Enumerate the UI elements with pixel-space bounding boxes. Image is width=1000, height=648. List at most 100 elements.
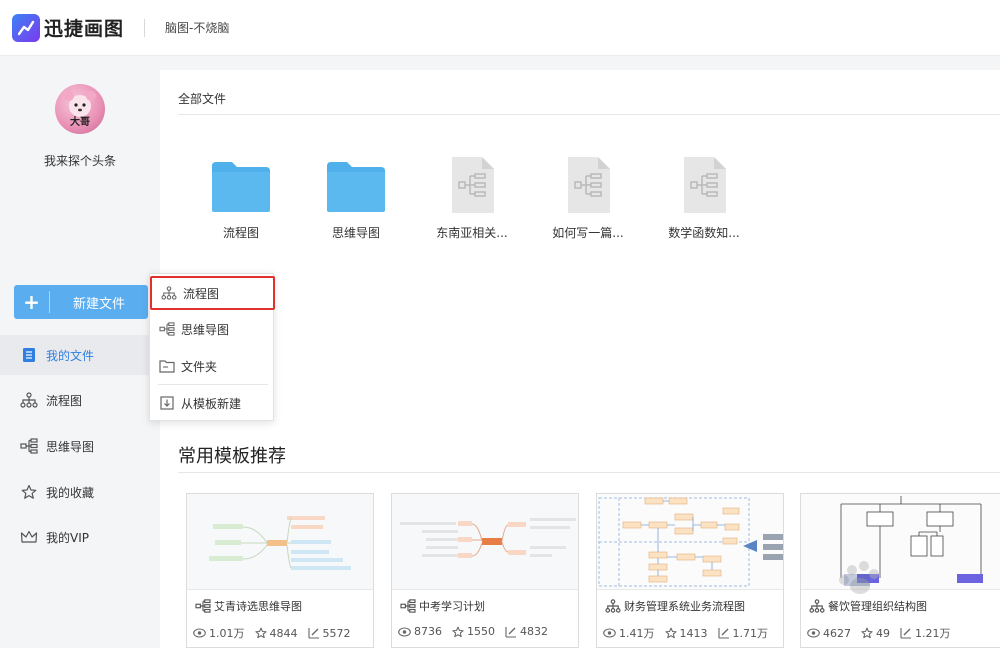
views-stat: 4627 xyxy=(807,625,851,641)
sidebar-item-favorites[interactable]: 我的收藏 xyxy=(0,472,160,512)
template-thumbnail xyxy=(801,494,1000,590)
template-card[interactable]: 餐饮管理组织结构图 4627 49 1.21万 xyxy=(800,493,1000,648)
uses-stat: 4832 xyxy=(505,625,548,638)
star-icon xyxy=(254,627,267,639)
sidebar-item-label: 我的收藏 xyxy=(46,485,95,500)
sidebar-item-label: 流程图 xyxy=(46,393,83,408)
sidebar-item-label: 思维导图 xyxy=(46,439,95,454)
flowchart-icon xyxy=(605,599,621,613)
sidebar-item-flowchart[interactable]: 流程图 xyxy=(0,380,160,420)
plus-icon: + xyxy=(14,291,50,313)
template-card[interactable]: 艾青诗选思维导图 1.01万 4844 5572 xyxy=(186,493,374,648)
new-file-label: 新建文件 xyxy=(72,296,125,312)
uses-stat: 1.21万 xyxy=(900,625,951,641)
template-card[interactable]: 财务管理系统业务流程图 1.41万 1413 1.71万 xyxy=(596,493,784,648)
template-title: 中考学习计划 xyxy=(419,600,485,613)
stars-stat: 49 xyxy=(861,625,890,641)
edit-icon xyxy=(717,628,729,639)
views-stat: 1.01万 xyxy=(193,625,245,641)
star-icon xyxy=(861,627,873,639)
new-file-dropdown: 流程图 思维导图 文件夹 从模板新建 xyxy=(149,273,275,421)
sidebar-item-vip[interactable]: 我的VIP xyxy=(0,517,160,557)
template-thumbnail xyxy=(392,494,578,590)
app-slogan: 脑图-不烧脑 xyxy=(165,21,230,35)
template-name: 艾青诗选思维导图 xyxy=(195,598,302,614)
template-thumbnail xyxy=(597,494,783,590)
dropdown-divider xyxy=(158,384,268,385)
file-name: 流程图 xyxy=(222,226,259,240)
eye-icon xyxy=(193,628,206,638)
file-name: 数学函数知... xyxy=(668,226,740,240)
stars-stat: 4844 xyxy=(254,625,298,641)
file-name: 如何写一篇... xyxy=(552,226,624,240)
flowchart-icon xyxy=(20,391,38,409)
template-title: 财务管理系统业务流程图 xyxy=(624,600,745,613)
mindmap-file-icon xyxy=(543,156,633,214)
document-icon xyxy=(20,346,38,364)
flowchart-icon xyxy=(809,599,825,613)
dropdown-item-label: 从模板新建 xyxy=(181,396,242,411)
crown-icon xyxy=(20,528,38,546)
dropdown-item-label: 文件夹 xyxy=(181,359,218,374)
dropdown-item-mindmap[interactable]: 思维导图 xyxy=(150,312,273,346)
template-title: 餐饮管理组织结构图 xyxy=(828,600,927,613)
mindmap-icon xyxy=(20,437,38,455)
folder-icon xyxy=(311,156,401,214)
flowchart-icon xyxy=(161,285,177,301)
dropdown-item-from-template[interactable]: 从模板新建 xyxy=(150,386,273,420)
avatar-label: 大哥 xyxy=(70,117,90,128)
sidebar-item-mindmap[interactable]: 思维导图 xyxy=(0,426,160,466)
star-icon xyxy=(452,626,464,637)
template-name: 财务管理系统业务流程图 xyxy=(605,598,745,614)
dropdown-item-folder[interactable]: 文件夹 xyxy=(150,349,273,383)
edit-icon xyxy=(505,626,516,638)
file-item[interactable]: 流程图 xyxy=(196,156,286,241)
template-stats: 1.01万 4844 5572 xyxy=(193,625,373,641)
avatar[interactable]: 大哥 xyxy=(55,84,105,134)
new-file-button[interactable]: + 新建文件 xyxy=(14,285,148,319)
file-item[interactable]: 如何写一篇... xyxy=(543,156,633,241)
mindmap-icon xyxy=(195,599,211,613)
star-icon xyxy=(664,627,677,639)
file-item[interactable]: 数学函数知... xyxy=(659,156,749,241)
eye-icon xyxy=(398,626,411,637)
template-title: 艾青诗选思维导图 xyxy=(214,600,302,613)
mindmap-icon xyxy=(159,321,175,337)
uses-stat: 1.71万 xyxy=(717,625,768,641)
sidebar-item-label: 我的VIP xyxy=(46,530,89,545)
template-stats: 8736 1550 4832 xyxy=(398,625,578,638)
sidebar-item-my-files[interactable]: 我的文件 xyxy=(0,335,160,375)
app-logo[interactable]: 迅捷画图 xyxy=(12,13,125,42)
uses-stat: 5572 xyxy=(307,625,351,641)
star-icon xyxy=(20,483,38,501)
eye-icon xyxy=(807,628,820,638)
stars-stat: 1413 xyxy=(664,625,708,641)
template-stats: 4627 49 1.21万 xyxy=(807,625,987,641)
views-stat: 8736 xyxy=(398,625,442,638)
file-item[interactable]: 东南亚相关... xyxy=(427,156,517,241)
template-card[interactable]: 中考学习计划 8736 1550 4832 xyxy=(391,493,579,648)
stars-stat: 1550 xyxy=(452,625,495,638)
file-item[interactable]: 思维导图 xyxy=(311,156,401,241)
logo-icon xyxy=(12,13,40,42)
file-name: 思维导图 xyxy=(331,226,380,240)
folder-icon xyxy=(196,156,286,214)
mindmap-file-icon xyxy=(659,156,749,214)
eye-icon xyxy=(603,628,616,638)
username: 我来探个头条 xyxy=(43,154,116,168)
template-icon xyxy=(159,395,175,411)
section-title: 全部文件 xyxy=(178,92,227,106)
dropdown-item-label: 思维导图 xyxy=(181,322,230,337)
dropdown-item-label: 流程图 xyxy=(183,286,220,301)
dropdown-item-flowchart[interactable]: 流程图 xyxy=(150,276,275,310)
app-header: 迅捷画图 脑图-不烧脑 xyxy=(0,0,1000,56)
templates-title: 常用模板推荐 xyxy=(178,446,286,467)
file-name: 东南亚相关... xyxy=(436,226,508,240)
app-title: 迅捷画图 xyxy=(44,18,125,40)
folder-icon xyxy=(159,358,175,374)
main-content: 全部文件 流程图 思维导图 东南亚相关... 如何写一篇... 数学函数知...… xyxy=(160,70,1000,648)
sidebar: 大哥 我来探个头条 + 新建文件 我的文件 流程图 思维导图 我的收藏 我的VI… xyxy=(0,70,160,648)
section-divider xyxy=(178,114,1000,115)
mindmap-file-icon xyxy=(427,156,517,214)
mindmap-icon xyxy=(400,599,416,613)
